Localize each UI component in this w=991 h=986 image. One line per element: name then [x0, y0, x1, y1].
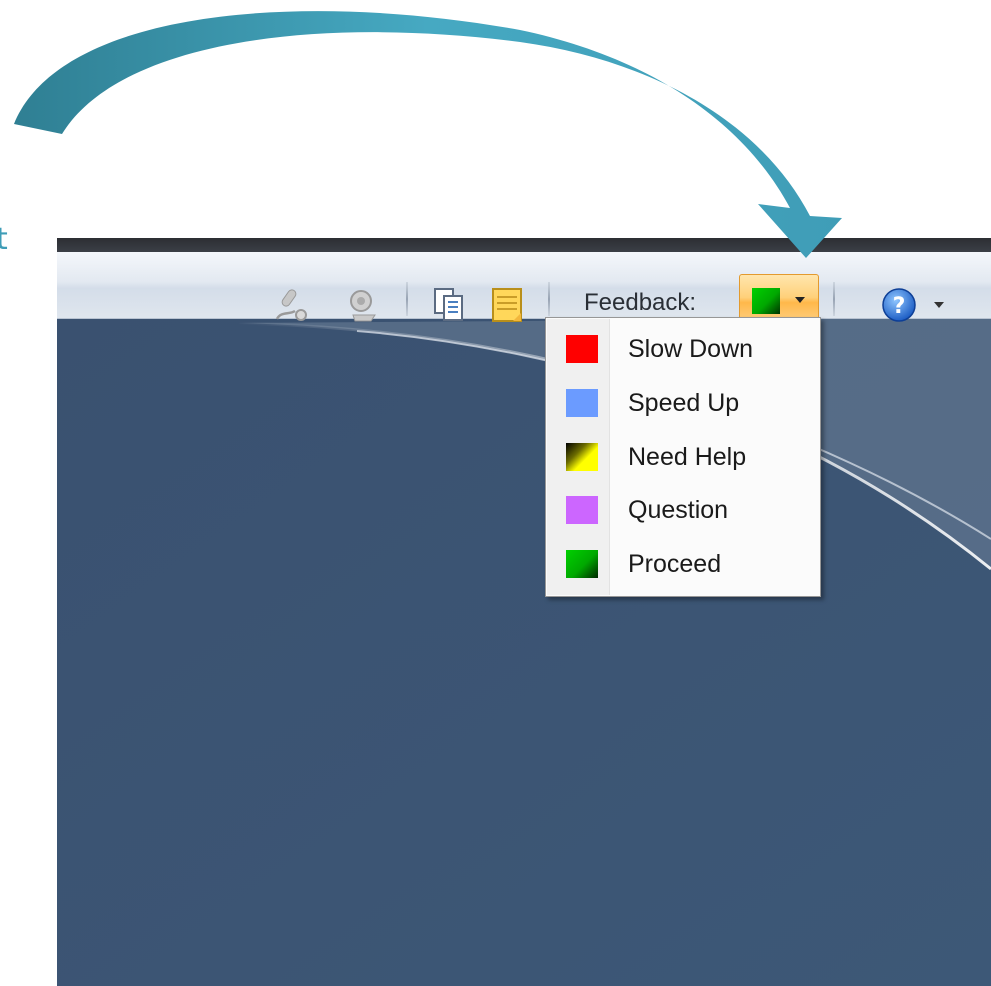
menu-item-proceed[interactable]: Proceed [547, 540, 819, 588]
menu-item-label: Slow Down [628, 335, 754, 363]
screenshot-stage: t Feedback: ? Slow Down Speed Up Need He… [0, 0, 991, 986]
blue-square-icon [566, 389, 598, 417]
content-background [57, 319, 991, 986]
app-window: Feedback: ? [57, 238, 991, 986]
menu-item-label: Speed Up [628, 389, 740, 417]
menu-item-need-help[interactable]: Need Help [547, 433, 819, 481]
menu-item-slow-down[interactable]: Slow Down [547, 325, 819, 373]
feedback-menu: Slow Down Speed Up Need Help Question Pr… [545, 317, 821, 597]
menu-item-label: Question [628, 496, 729, 524]
yellow-square-icon [566, 443, 598, 471]
menu-item-label: Need Help [628, 443, 747, 471]
menu-item-label: Proceed [628, 550, 722, 578]
callout-arrow-icon [14, 11, 842, 258]
green-square-icon [566, 550, 598, 578]
help-chevron-down-icon[interactable] [934, 302, 944, 308]
menu-item-speed-up[interactable]: Speed Up [547, 379, 819, 427]
menu-item-question[interactable]: Question [547, 486, 819, 534]
purple-square-icon [566, 496, 598, 524]
red-square-icon [566, 335, 598, 363]
